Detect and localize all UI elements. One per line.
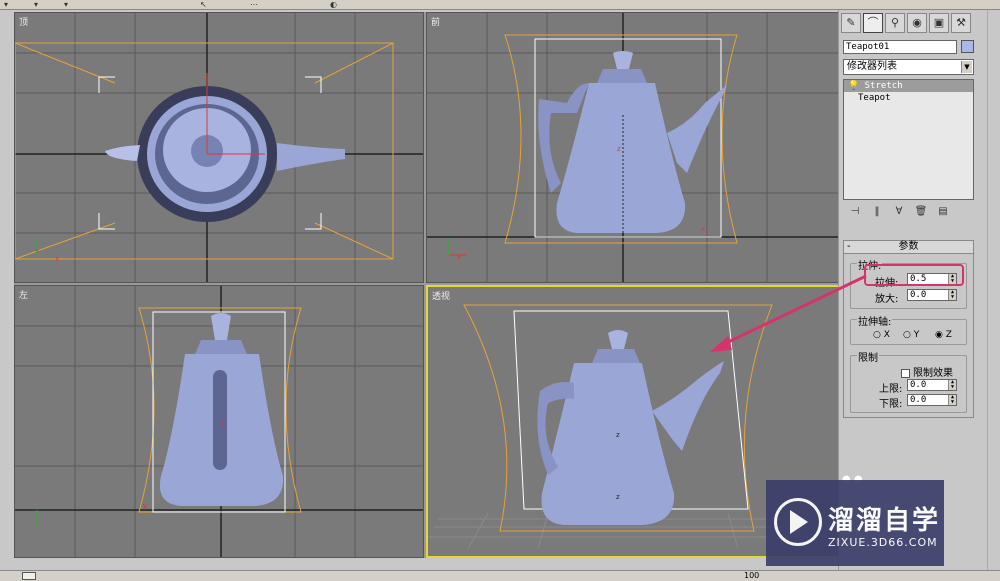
play-triangle-icon [790,510,808,534]
lower-limit-value: 0.0 [910,395,927,405]
checkbox-icon[interactable] [901,368,910,378]
watermark-url: ZIXUE.3D66.COM [828,536,938,549]
lightbulb-icon[interactable]: 💡 [848,81,859,91]
modify-tab-icon[interactable]: ⌒ [863,13,883,33]
svg-text:z: z [221,420,225,428]
timeline-value: 100 [744,571,760,580]
chevron-down-icon[interactable]: ▼ [961,61,972,73]
show-end-result-icon[interactable]: ‖ [869,206,885,220]
amplify-value: 0.0 [910,290,927,300]
upper-limit-value: 0.0 [910,380,927,390]
svg-text:x: x [701,225,705,233]
rollout-title: 参数 [898,241,919,252]
command-panel-tabs: ✎ ⌒ ⚲ ◉ ▣ ⚒ [841,13,981,35]
spinner-arrows-icon[interactable]: ▲ ▼ [948,290,956,300]
spinner-arrows-icon[interactable]: ▲ ▼ [948,395,956,405]
viewport-front-canvas: z x x [427,13,839,282]
make-unique-icon[interactable]: ∀ [891,206,907,220]
viewport-label[interactable]: 顶 [19,15,28,28]
viewport-label[interactable]: 前 [431,15,440,28]
spinner-arrows-icon[interactable]: ▲ ▼ [948,380,956,390]
axis-x-radio[interactable]: ○ X [873,330,890,340]
status-bar: 100 [0,570,1000,581]
select-tool-icon[interactable]: ↖ [200,0,207,9]
command-panel-scrollbar[interactable] [987,10,1000,570]
viewport-label[interactable]: 透视 [432,289,450,302]
stretch-highlight-callout [864,264,964,286]
modifier-stack: 💡 Stretch Teapot [843,79,974,200]
collapse-icon[interactable]: - [847,241,851,253]
toolbar-arrow-icon[interactable]: ▾ [64,0,68,9]
viewport-label[interactable]: 左 [19,288,28,301]
viewport-top[interactable]: 顶 x [14,12,424,283]
main-toolbar: ▾ ▾ ▾ ↖ ⋯ ◐ [0,0,1000,10]
svg-text:x: x [55,255,59,263]
toolbar-arrow-icon[interactable]: ▾ [34,0,38,9]
axis-y-label: Y [913,330,920,340]
limit-effect-label: 限制效果 [913,368,953,379]
upper-limit-label: 上限: [879,384,903,395]
limit-group: 限制 限制效果 上限: 0.0 ▲ ▼ 下限: 0.0 ▲ ▼ [850,349,967,413]
lower-limit-spinner[interactable]: 0.0 ▲ ▼ [907,394,957,406]
modifier-list-dropdown[interactable]: 修改器列表 ▼ [843,59,974,75]
watermark-brand: 溜溜自学 [828,506,941,536]
stack-item-label: Stretch [864,81,903,91]
rollout-header[interactable]: - 参数 [844,241,973,254]
axis-y-radio[interactable]: ○ Y [903,330,919,340]
amplify-label: 放大: [875,294,899,305]
pin-stack-icon[interactable]: ⊣ [847,206,863,220]
stack-toolbar: ⊣ ‖ ∀ 🗑 ▤ [843,204,974,222]
stack-item-teapot[interactable]: Teapot [844,92,973,104]
max-app-window: ▾ ▾ ▾ ↖ ⋯ ◐ 顶 x 前 z x x 左 y z 透视 z z ✎ ⌒… [0,0,1000,581]
stack-item-stretch[interactable]: 💡 Stretch [844,80,973,92]
viewport-left-canvas: yz [15,286,423,557]
amplify-spinner[interactable]: 0.0 ▲ ▼ [907,289,957,301]
upper-limit-spinner[interactable]: 0.0 ▲ ▼ [907,379,957,391]
viewport-left[interactable]: 左 yz [14,285,424,558]
motion-tab-icon[interactable]: ◉ [907,13,927,33]
modifier-list-label: 修改器列表 [847,61,897,72]
configure-sets-icon[interactable]: ▤ [935,206,951,220]
listener-icon[interactable] [22,572,36,580]
rotate-tool-icon[interactable]: ◐ [330,0,337,9]
remove-modifier-icon[interactable]: 🗑 [913,206,929,220]
object-color-swatch[interactable] [961,40,974,53]
utilities-tab-icon[interactable]: ⚒ [951,13,971,33]
viewport-top-canvas: yx [15,13,423,282]
watermark-logo: 溜溜自学 ZIXUE.3D66.COM [766,480,944,566]
lower-limit-label: 下限: [879,399,903,410]
toolbar-arrow-icon[interactable]: ▾ [4,0,8,9]
svg-text:x: x [457,253,461,261]
create-tab-icon[interactable]: ✎ [841,13,861,33]
left-strip [0,10,14,570]
svg-text:y: y [143,502,147,510]
svg-text:z: z [616,493,620,501]
svg-text:z: z [617,145,621,153]
stack-item-label: Teapot [858,93,891,103]
axis-z-label: Z [945,330,952,340]
hierarchy-tab-icon[interactable]: ⚲ [885,13,905,33]
region-select-icon[interactable]: ⋯ [250,0,258,9]
limit-effect-checkbox[interactable]: 限制效果 [901,364,953,379]
axis-z-radio[interactable]: ◉ Z [935,330,952,340]
display-tab-icon[interactable]: ▣ [929,13,949,33]
axis-x-label: X [883,330,890,340]
object-name-input[interactable]: Teapot01 [843,40,957,54]
callout-arrow-icon [710,274,867,352]
svg-text:z: z [616,431,620,439]
viewport-front[interactable]: 前 z x x [426,12,840,283]
